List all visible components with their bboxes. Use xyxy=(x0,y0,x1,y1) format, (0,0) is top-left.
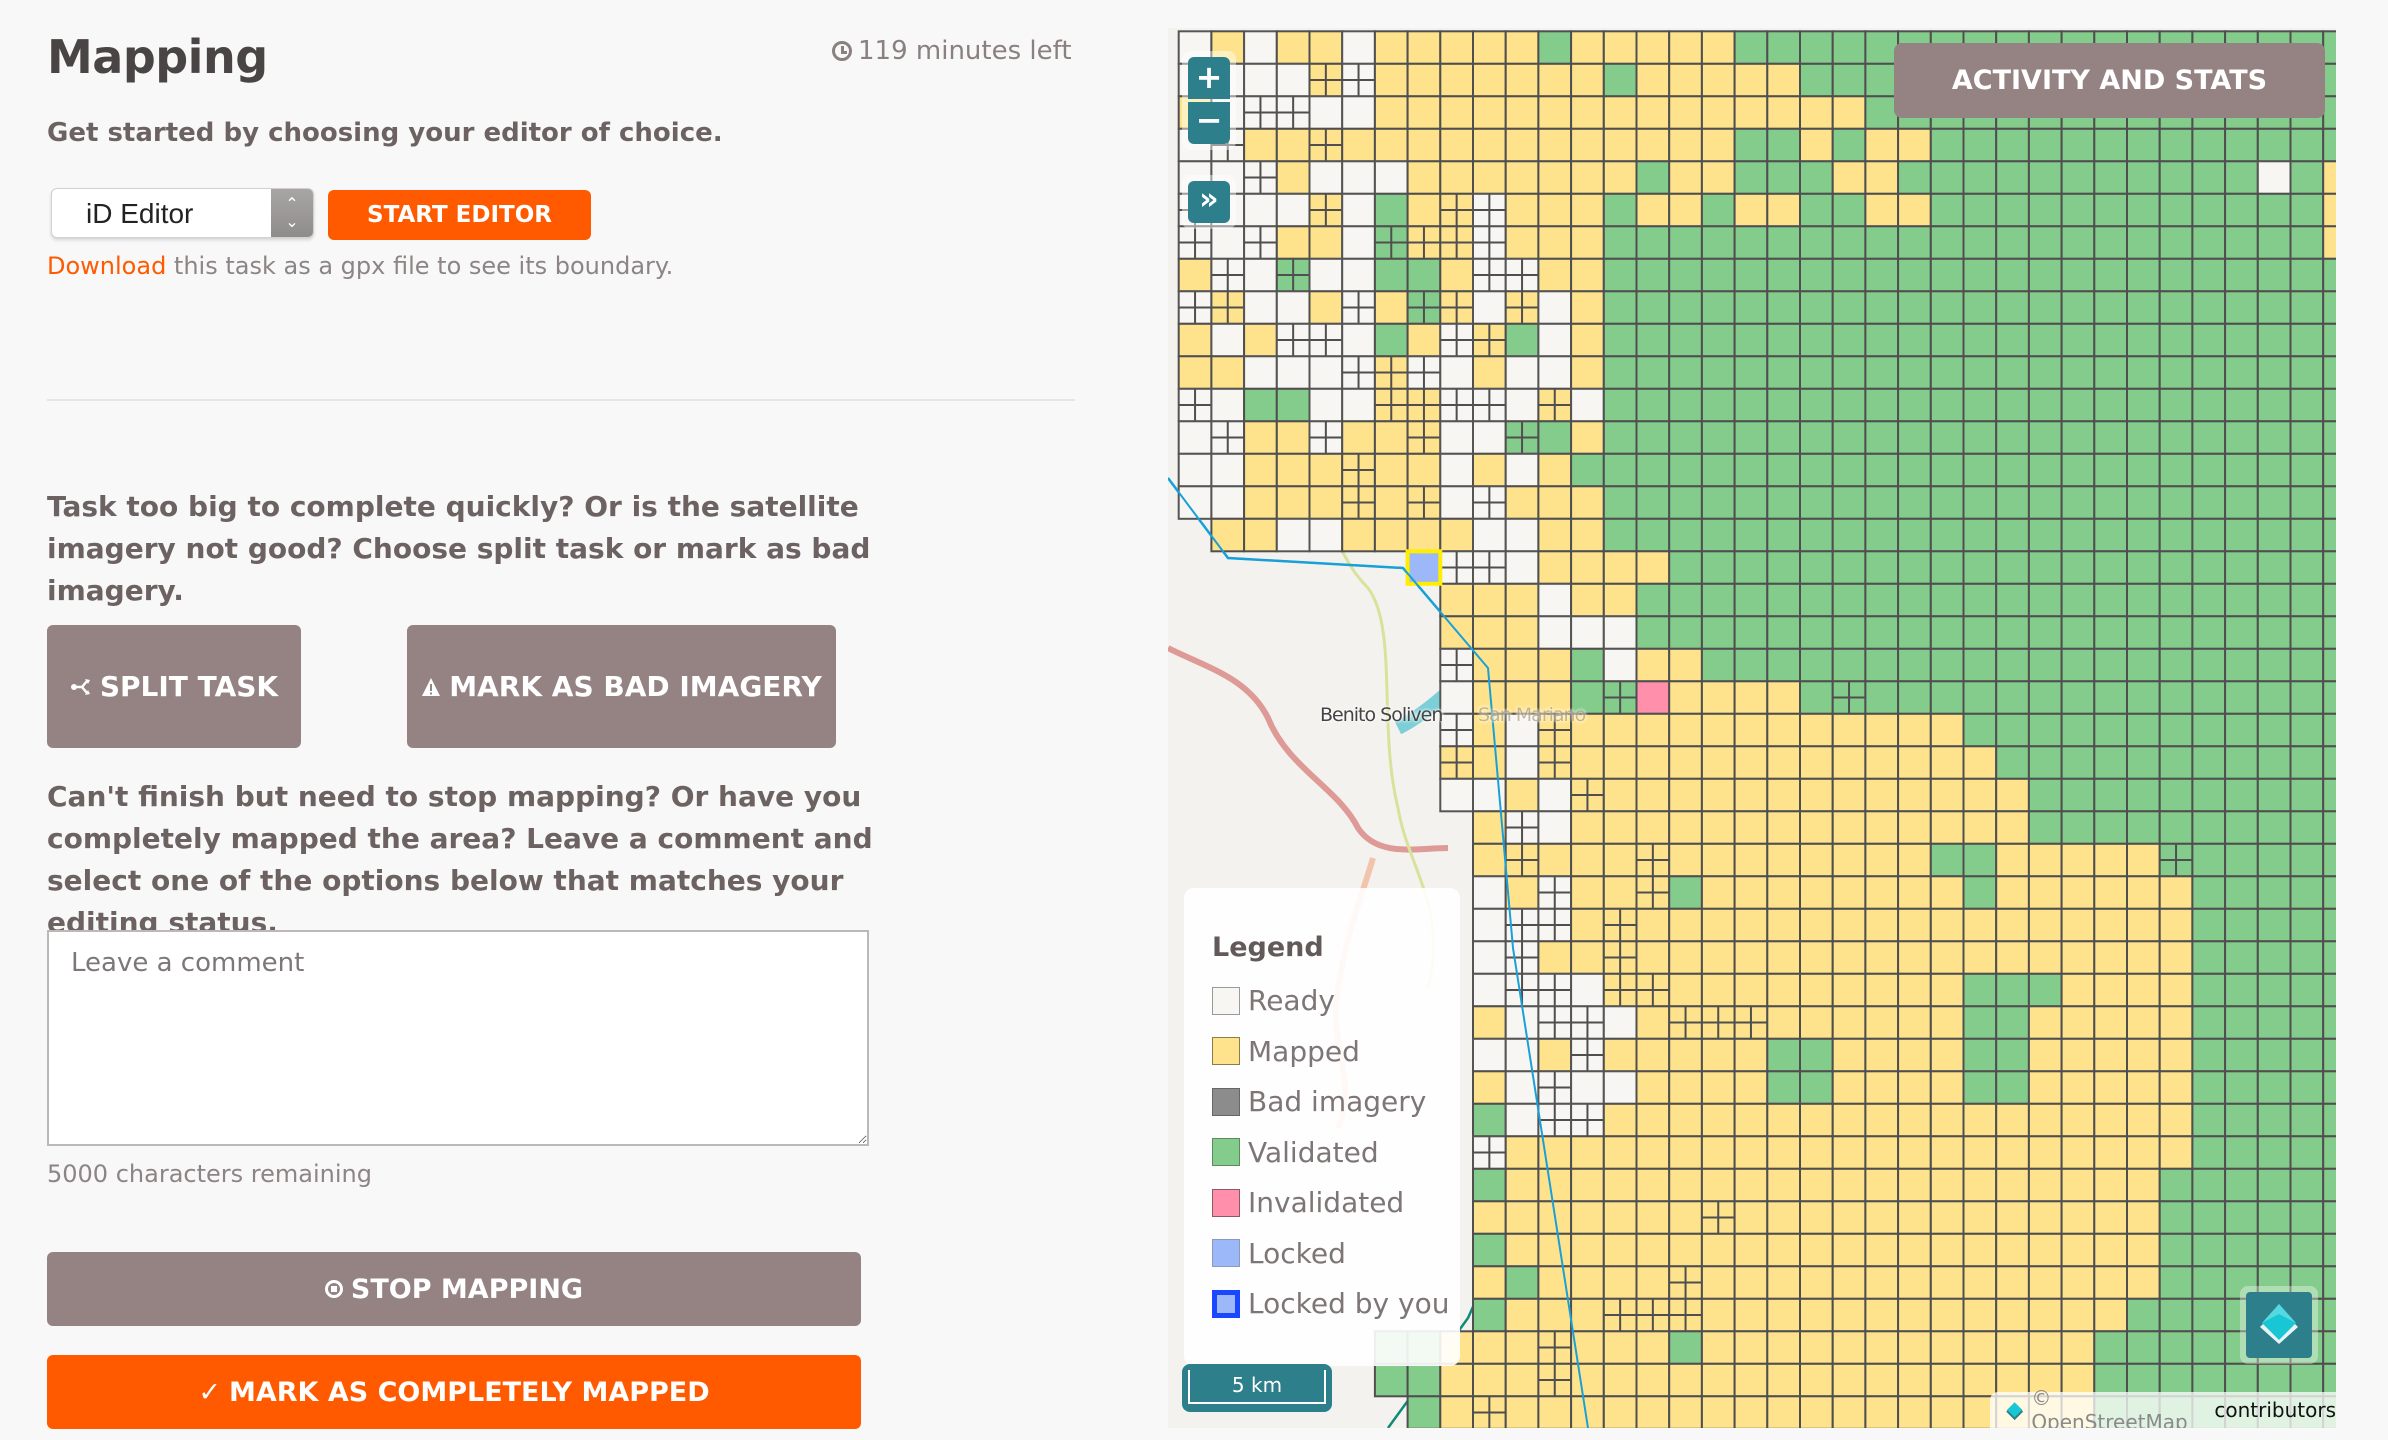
split-task-label: SPLIT TASK xyxy=(99,670,279,703)
legend-item: Ready xyxy=(1212,984,1335,1017)
check-icon: ✓ xyxy=(198,1376,221,1408)
zoom-in-button[interactable]: + xyxy=(1188,57,1230,99)
activity-and-stats-button[interactable]: ACTIVITY AND STATS xyxy=(1894,43,2325,118)
layers-icon xyxy=(2260,1304,2298,1344)
legend: Legend Ready Mapped Bad imagery Validated In… xyxy=(1184,888,1460,1366)
place-label: San Mariano xyxy=(1478,704,1586,726)
map-attribution: © OpenStreetMap contributors xyxy=(1990,1386,2336,1428)
legend-swatch xyxy=(1212,1037,1240,1065)
legend-title: Legend xyxy=(1212,932,1324,963)
legend-item: Mapped xyxy=(1212,1035,1360,1068)
legend-label: Ready xyxy=(1248,984,1335,1017)
attribution-contributors: contributors xyxy=(2214,1398,2336,1422)
legend-label: Validated xyxy=(1248,1135,1379,1169)
legend-swatch xyxy=(1212,1188,1240,1217)
scale-bar: 5 km xyxy=(1182,1364,1332,1412)
legend-label: Locked xyxy=(1248,1236,1346,1270)
time-remaining-text: 119 minutes left xyxy=(858,36,1072,66)
editor-select[interactable]: iD Editor ⌃ ⌄ xyxy=(51,188,314,238)
page-title: Mapping xyxy=(47,30,268,84)
up-down-chevron-icon: ⌃ ⌄ xyxy=(271,189,313,237)
expand-panel-button[interactable]: » xyxy=(1188,181,1230,223)
comment-input[interactable] xyxy=(47,930,869,1146)
legend-item: Invalidated xyxy=(1212,1186,1404,1219)
legend-label: Mapped xyxy=(1248,1034,1360,1068)
stop-mapping-button[interactable]: STOP MAPPING xyxy=(47,1252,861,1326)
start-editor-button[interactable]: START EDITOR xyxy=(328,190,591,240)
legend-item: Validated xyxy=(1212,1136,1379,1169)
editor-intro: Get started by choosing your editor of c… xyxy=(47,118,723,148)
stop-circle-icon xyxy=(324,1280,343,1298)
legend-swatch xyxy=(1212,1138,1240,1166)
mark-bad-imagery-button[interactable]: MARK AS BAD IMAGERY xyxy=(407,625,836,748)
legend-label: Bad imagery xyxy=(1248,1085,1427,1118)
place-label: Benito Soliven xyxy=(1320,704,1443,726)
legend-item: Bad imagery xyxy=(1212,1085,1426,1118)
scale-label: 5 km xyxy=(1231,1373,1283,1397)
split-task-question: Task too big to complete quickly? Or is … xyxy=(47,490,871,607)
legend-label: Locked by you xyxy=(1248,1287,1450,1320)
legend-swatch xyxy=(1212,986,1240,1015)
zoom-out-button[interactable]: − xyxy=(1188,102,1230,144)
task-map[interactable]: Benito Soliven San Mariano + − » ACTIVIT… xyxy=(1168,28,2336,1428)
mapbox-logo-icon xyxy=(2006,1402,2024,1421)
legend-swatch xyxy=(1212,1087,1240,1116)
stop-mapping-question: Can't finish but need to stop mapping? O… xyxy=(47,780,873,939)
layers-button[interactable] xyxy=(2240,1286,2318,1364)
editor-select-value: iD Editor xyxy=(86,198,194,229)
split-task-button[interactable]: SPLIT TASK xyxy=(47,625,301,748)
legend-swatch xyxy=(1212,1289,1240,1318)
layers-button-face xyxy=(2246,1292,2312,1358)
download-description: this task as a gpx file to see its bound… xyxy=(166,252,674,280)
split-icon xyxy=(70,678,90,695)
mark-completely-mapped-button[interactable]: ✓ MARK AS COMPLETELY MAPPED xyxy=(47,1355,861,1429)
characters-remaining: 5000 characters remaining xyxy=(47,1160,372,1188)
legend-item: Locked xyxy=(1212,1237,1346,1270)
download-line: Download this task as a gpx file to see … xyxy=(47,252,673,280)
divider xyxy=(47,399,1075,401)
legend-swatch xyxy=(1212,1239,1240,1267)
attribution-osm[interactable]: © OpenStreetMap xyxy=(2031,1386,2208,1428)
legend-label: Invalidated xyxy=(1248,1186,1405,1219)
time-remaining: 119 minutes left xyxy=(832,36,1072,66)
stop-mapping-label: STOP MAPPING xyxy=(350,1273,584,1305)
mark-completely-mapped-label: MARK AS COMPLETELY MAPPED xyxy=(228,1376,710,1408)
mark-bad-imagery-label: MARK AS BAD IMAGERY xyxy=(449,670,822,703)
legend-item: Locked by you xyxy=(1212,1287,1449,1320)
clock-icon xyxy=(832,41,852,61)
download-gpx-link[interactable]: Download xyxy=(47,252,166,280)
warning-icon xyxy=(422,677,441,696)
